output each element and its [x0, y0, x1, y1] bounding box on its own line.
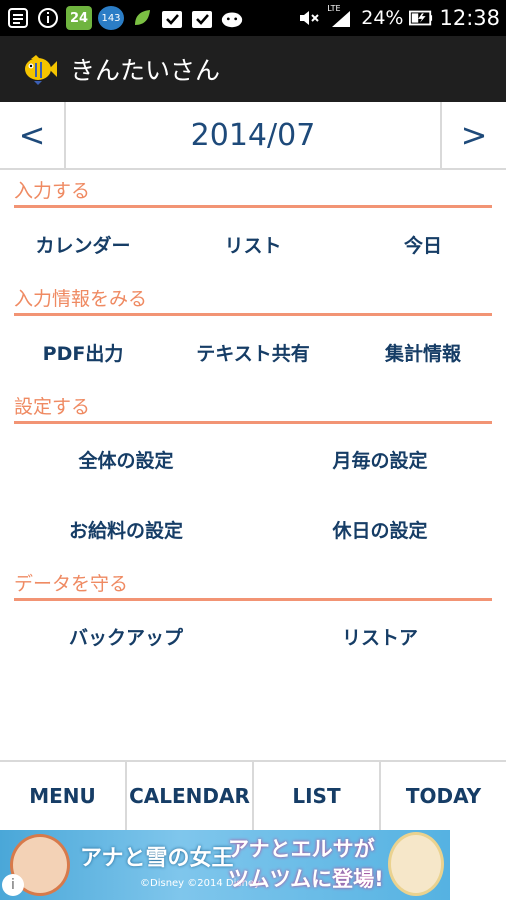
prev-month-button[interactable]: < [0, 102, 66, 168]
status-bar: 24 143 LTE 24% 12:38 [0, 0, 506, 36]
ad-headline-line2: ツムツムに登場! [228, 867, 384, 891]
leaf-icon [130, 6, 154, 30]
calendar-link[interactable]: カレンダー [14, 226, 152, 266]
battery-icon [409, 6, 433, 30]
notes-icon [6, 6, 30, 30]
current-month: 2014/07 [190, 117, 316, 153]
check-bag-icon [160, 6, 184, 30]
salary-settings-link[interactable]: お給料の設定 [14, 511, 238, 551]
tab-today[interactable]: TODAY [381, 762, 506, 830]
section-heading-input: 入力する [14, 178, 492, 208]
bottom-tab-bar: MENU CALENDAR LIST TODAY [0, 760, 506, 830]
section-heading-view: 入力情報をみる [14, 286, 492, 316]
ad-headline-line1: アナとエルサが [228, 837, 375, 861]
info-icon [36, 6, 60, 30]
next-month-button[interactable]: > [440, 102, 506, 168]
ad-character-elsa-image [388, 832, 444, 896]
ad-title: アナと雪の女王 [80, 846, 234, 871]
game-icon [220, 6, 244, 30]
holiday-settings-link[interactable]: 休日の設定 [268, 511, 492, 551]
restore-link[interactable]: リストア [268, 618, 492, 658]
backup-link[interactable]: バックアップ [14, 618, 238, 658]
tab-list[interactable]: LIST [254, 762, 381, 830]
check-bag-icon-2 [190, 6, 214, 30]
network-label: LTE [327, 4, 341, 13]
clock: 12:38 [439, 6, 500, 30]
tab-calendar[interactable]: CALENDAR [127, 762, 254, 830]
tab-menu[interactable]: MENU [0, 762, 127, 830]
list-link[interactable]: リスト [184, 226, 322, 266]
battery-percent: 24% [361, 7, 404, 29]
android-badge-icon: 24 [66, 6, 92, 30]
section-heading-protect: データを守る [14, 571, 492, 601]
text-share-link[interactable]: テキスト共有 [184, 334, 322, 374]
mute-icon [297, 6, 321, 30]
app-title: きんたいさん [70, 56, 221, 85]
signal-icon: LTE [327, 4, 355, 30]
general-settings-link[interactable]: 全体の設定 [14, 441, 238, 481]
app-bar: きんたいさん [0, 36, 506, 102]
fish-logo-icon [20, 51, 58, 87]
monthly-settings-link[interactable]: 月毎の設定 [268, 441, 492, 481]
ad-banner[interactable]: i アナと雪の女王 ©Disney ©2014 Disney アナとエルサが ツ… [0, 830, 450, 900]
month-navigator: < 2014/07 > [0, 102, 506, 170]
mail-badge-icon: 143 [98, 6, 124, 30]
today-link[interactable]: 今日 [354, 226, 492, 266]
ad-info-icon[interactable]: i [2, 874, 24, 896]
section-heading-settings: 設定する [14, 394, 492, 424]
ad-headline: アナとエルサが ツムツムに登場! [228, 834, 384, 894]
ad-side-blank [450, 830, 506, 900]
stats-link[interactable]: 集計情報 [354, 334, 492, 374]
pdf-export-link[interactable]: PDF出力 [14, 334, 152, 374]
